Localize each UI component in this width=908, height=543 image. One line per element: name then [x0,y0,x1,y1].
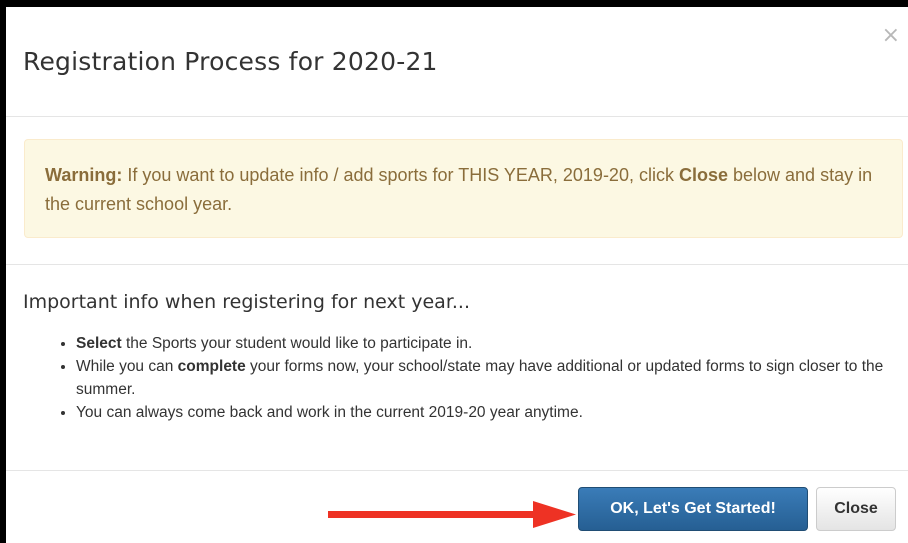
info-list: Select the Sports your student would lik… [6,332,896,424]
list-item: Select the Sports your student would lik… [76,332,896,355]
list-item-bold: complete [177,358,246,375]
warning-alert: Warning: If you want to update info / ad… [24,139,903,238]
section-divider [6,264,908,265]
registration-modal: Registration Process for 2020-21 × Warni… [6,7,908,543]
modal-header: Registration Process for 2020-21 × [6,7,908,117]
get-started-button[interactable]: OK, Let's Get Started! [578,487,808,531]
list-item: You can always come back and work in the… [76,401,896,424]
modal-title: Registration Process for 2020-21 [23,47,438,76]
info-heading: Important info when registering for next… [23,291,471,313]
close-icon[interactable]: × [882,25,900,47]
warning-label: Warning: [45,165,123,185]
list-item-bold: Select [76,335,122,352]
list-item-before: While you can [76,358,178,375]
list-item-text: You can always come back and work in the… [76,404,583,421]
warning-close-word: Close [678,165,728,185]
footer-divider [6,470,908,471]
list-item: While you can complete your forms now, y… [76,355,896,401]
list-item-text: the Sports your student would like to pa… [121,335,473,352]
warning-text-before: If you want to update info / add sports … [122,165,679,185]
arrow-right-icon [328,501,576,528]
close-button[interactable]: Close [816,487,896,531]
